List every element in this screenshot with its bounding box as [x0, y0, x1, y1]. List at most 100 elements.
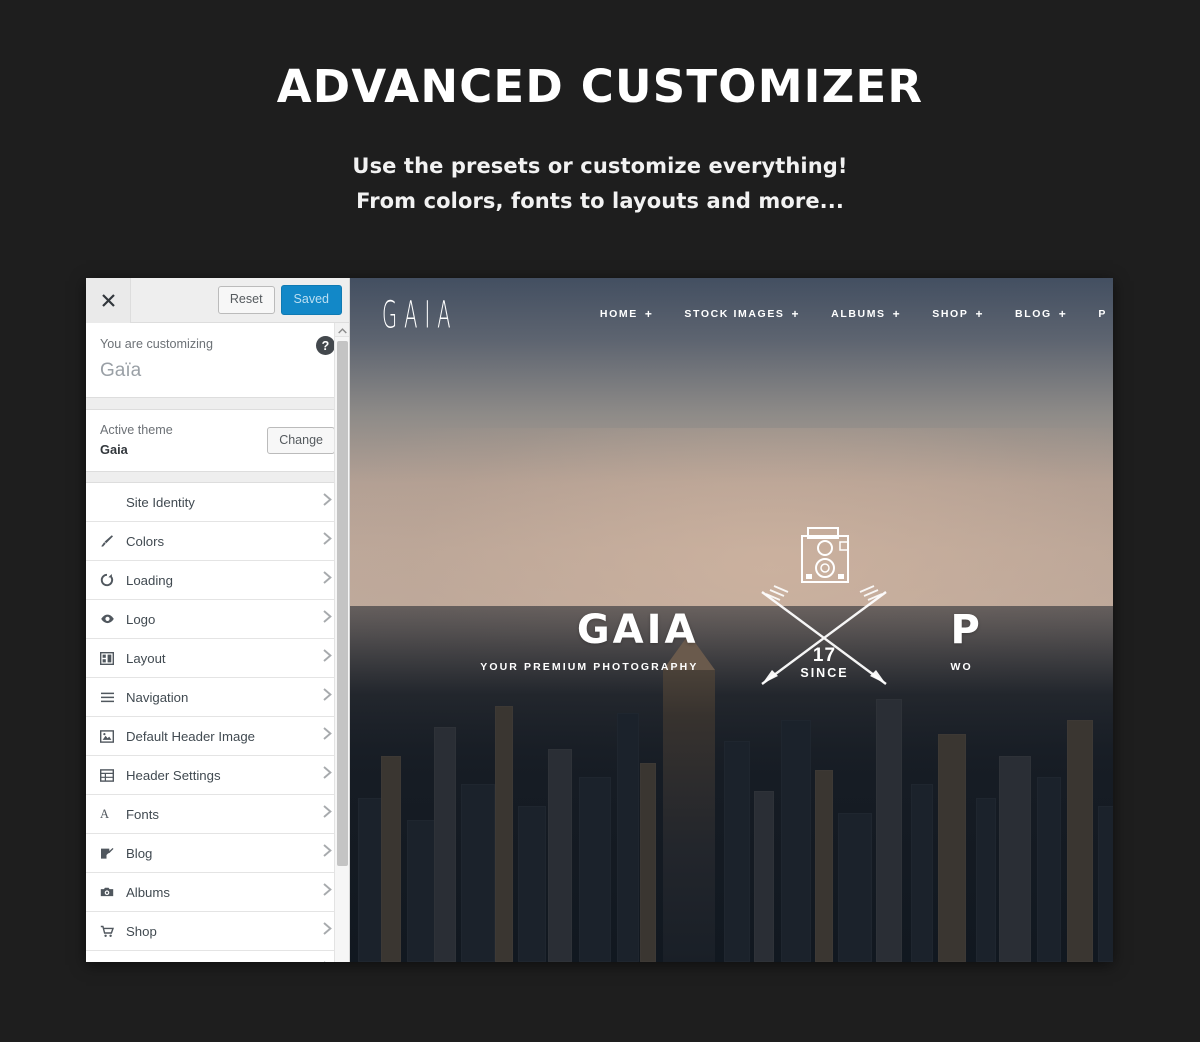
chevron-right-icon — [322, 960, 333, 962]
sidebar-item-label: Loading — [126, 572, 173, 588]
customizer-panel: Reset Saved You are customizing Gaïa ? A… — [86, 278, 350, 962]
panel-scrollbar[interactable] — [334, 323, 349, 962]
close-icon — [101, 293, 116, 308]
sidebar-item-label: Albums — [126, 884, 170, 900]
chevron-up-icon — [337, 321, 347, 339]
chevron-right-icon — [322, 570, 333, 590]
hero-title-right: P — [950, 607, 983, 653]
nav-item-albums[interactable]: ALBUMS + — [831, 307, 901, 321]
customizer-screenshot: Reset Saved You are customizing Gaïa ? A… — [86, 278, 1113, 962]
sidebar-item-header-settings[interactable]: Header Settings — [86, 756, 349, 796]
sidebar-item-colors[interactable]: Colors — [86, 522, 349, 562]
sidebar-item-navigation[interactable]: Navigation — [86, 678, 349, 718]
panel-divider-middle — [86, 472, 349, 484]
active-theme-section: Active theme Gaia Change — [86, 410, 349, 473]
brush-icon — [100, 533, 120, 549]
theme-preview[interactable]: GAIA HOME + STOCK IMAGES + ALBUMS + SHOP… — [350, 278, 1113, 962]
sidebar-item-label: Colors — [126, 533, 165, 549]
hero-background-image: GAIA HOME + STOCK IMAGES + ALBUMS + SHOP… — [350, 278, 1113, 962]
plus-icon: + — [975, 307, 985, 321]
nav-item-label: HOME — [599, 308, 638, 320]
site-logo[interactable]: GAIA — [382, 292, 458, 336]
nav-item-label: SHOP — [932, 308, 969, 320]
panel-divider-top — [86, 398, 349, 411]
chevron-right-icon — [322, 804, 333, 824]
customizer-panel-header: Reset Saved — [86, 278, 349, 323]
active-theme-name: Gaia — [100, 441, 128, 457]
central-tower — [662, 670, 715, 962]
since-year: 17 — [812, 645, 837, 666]
nav-item-label: STOCK IMAGES — [684, 308, 785, 320]
sidebar-item-blog[interactable]: Blog — [86, 834, 349, 874]
preview-site-header: GAIA HOME + STOCK IMAGES + ALBUMS + SHOP… — [350, 278, 1113, 350]
sidebar-item-shop[interactable]: Shop — [86, 912, 349, 952]
customizer-menu-list: Site Identity Colors Loading Logo Layout… — [86, 483, 349, 962]
help-icon[interactable]: ? — [316, 336, 335, 355]
scrollbar-up-button[interactable] — [335, 323, 349, 337]
page-title: ADVANCED CUSTOMIZER — [276, 60, 924, 113]
sidebar-item-logo[interactable]: Logo — [86, 600, 349, 640]
sidebar-item-fonts[interactable]: A Fonts — [86, 795, 349, 835]
layout-grid-icon — [100, 650, 120, 666]
change-theme-button[interactable]: Change — [267, 426, 335, 454]
chevron-right-icon — [322, 687, 333, 707]
chevron-right-icon — [322, 648, 333, 668]
chevron-right-icon — [322, 765, 333, 785]
nav-item-truncated[interactable]: P — [1098, 308, 1107, 320]
hero-subtitle: YOUR PREMIUM PHOTOGRAPHY — [480, 661, 699, 673]
chevron-right-icon — [322, 882, 333, 902]
hero-block: GAIA YOUR PREMIUM PHOTOGRAPHY 17 SINCE P… — [480, 527, 983, 700]
sidebar-item-default-header-image[interactable]: Default Header Image — [86, 717, 349, 757]
sidebar-item-label: Header Settings — [126, 767, 221, 783]
cart-icon — [100, 923, 120, 939]
sidebar-item-label: Shop — [126, 923, 157, 939]
plus-icon: + — [1058, 307, 1068, 321]
nav-item-shop[interactable]: SHOP + — [932, 307, 984, 321]
nav-item-label: P — [1098, 308, 1107, 320]
sidebar-item-label: Blog — [126, 845, 153, 861]
promo-subtitle-line-2: From colors, fonts to layouts and more..… — [356, 188, 844, 213]
hero-title: GAIA — [576, 607, 699, 653]
sidebar-item-label: Logo — [126, 611, 156, 627]
close-customizer-button[interactable] — [86, 278, 131, 323]
scrollbar-thumb[interactable] — [337, 341, 348, 866]
nav-item-label: ALBUMS — [831, 308, 886, 320]
nav-item-label: BLOG — [1015, 308, 1052, 320]
sidebar-item-label: Default Header Image — [126, 728, 256, 744]
eye-icon — [100, 611, 120, 627]
table-icon — [100, 767, 120, 783]
hero-subtitle-right: WO — [950, 661, 973, 673]
sidebar-item-site-identity[interactable]: Site Identity — [86, 483, 349, 523]
sidebar-item-albums[interactable]: Albums — [86, 873, 349, 913]
menu-lines-icon — [100, 689, 120, 705]
camera-icon — [100, 884, 120, 900]
active-theme-label: Active theme — [100, 423, 173, 438]
hero-right-text: P WO — [950, 596, 982, 673]
sidebar-item-footer[interactable]: Footer — [86, 951, 349, 962]
nav-item-stock-images[interactable]: STOCK IMAGES + — [684, 307, 800, 321]
nav-item-blog[interactable]: BLOG + — [1015, 307, 1067, 321]
edit-post-icon — [100, 845, 120, 861]
sidebar-item-label: Navigation — [126, 689, 189, 705]
plus-icon: + — [892, 307, 902, 321]
spinner-icon — [100, 572, 120, 588]
crossed-arrows-emblem: 17 SINCE — [758, 524, 890, 700]
customizer-panel-body: You are customizing Gaïa ? Active theme … — [86, 323, 349, 962]
saved-button[interactable]: Saved — [280, 285, 342, 315]
chevron-right-icon — [322, 921, 333, 941]
panel-header-actions: Reset Saved — [217, 285, 349, 315]
reset-button[interactable]: Reset — [217, 286, 275, 314]
since-label: SINCE — [800, 665, 849, 680]
hero-left-text: GAIA YOUR PREMIUM PHOTOGRAPHY — [480, 596, 698, 673]
promo-header: ADVANCED CUSTOMIZER Use the presets or c… — [0, 0, 1200, 219]
sidebar-item-loading[interactable]: Loading — [86, 561, 349, 601]
placeholder-icon — [100, 494, 120, 510]
customizing-section: You are customizing Gaïa ? — [86, 323, 349, 399]
promo-subtitle: Use the presets or customize everything!… — [0, 149, 1200, 220]
promo-subtitle-line-1: Use the presets or customize everything! — [352, 153, 848, 178]
customizing-site-name: Gaïa — [100, 359, 142, 381]
nav-item-home[interactable]: HOME + — [600, 307, 654, 321]
chevron-right-icon — [322, 726, 333, 746]
customizing-label: You are customizing — [100, 337, 213, 351]
sidebar-item-layout[interactable]: Layout — [86, 639, 349, 679]
